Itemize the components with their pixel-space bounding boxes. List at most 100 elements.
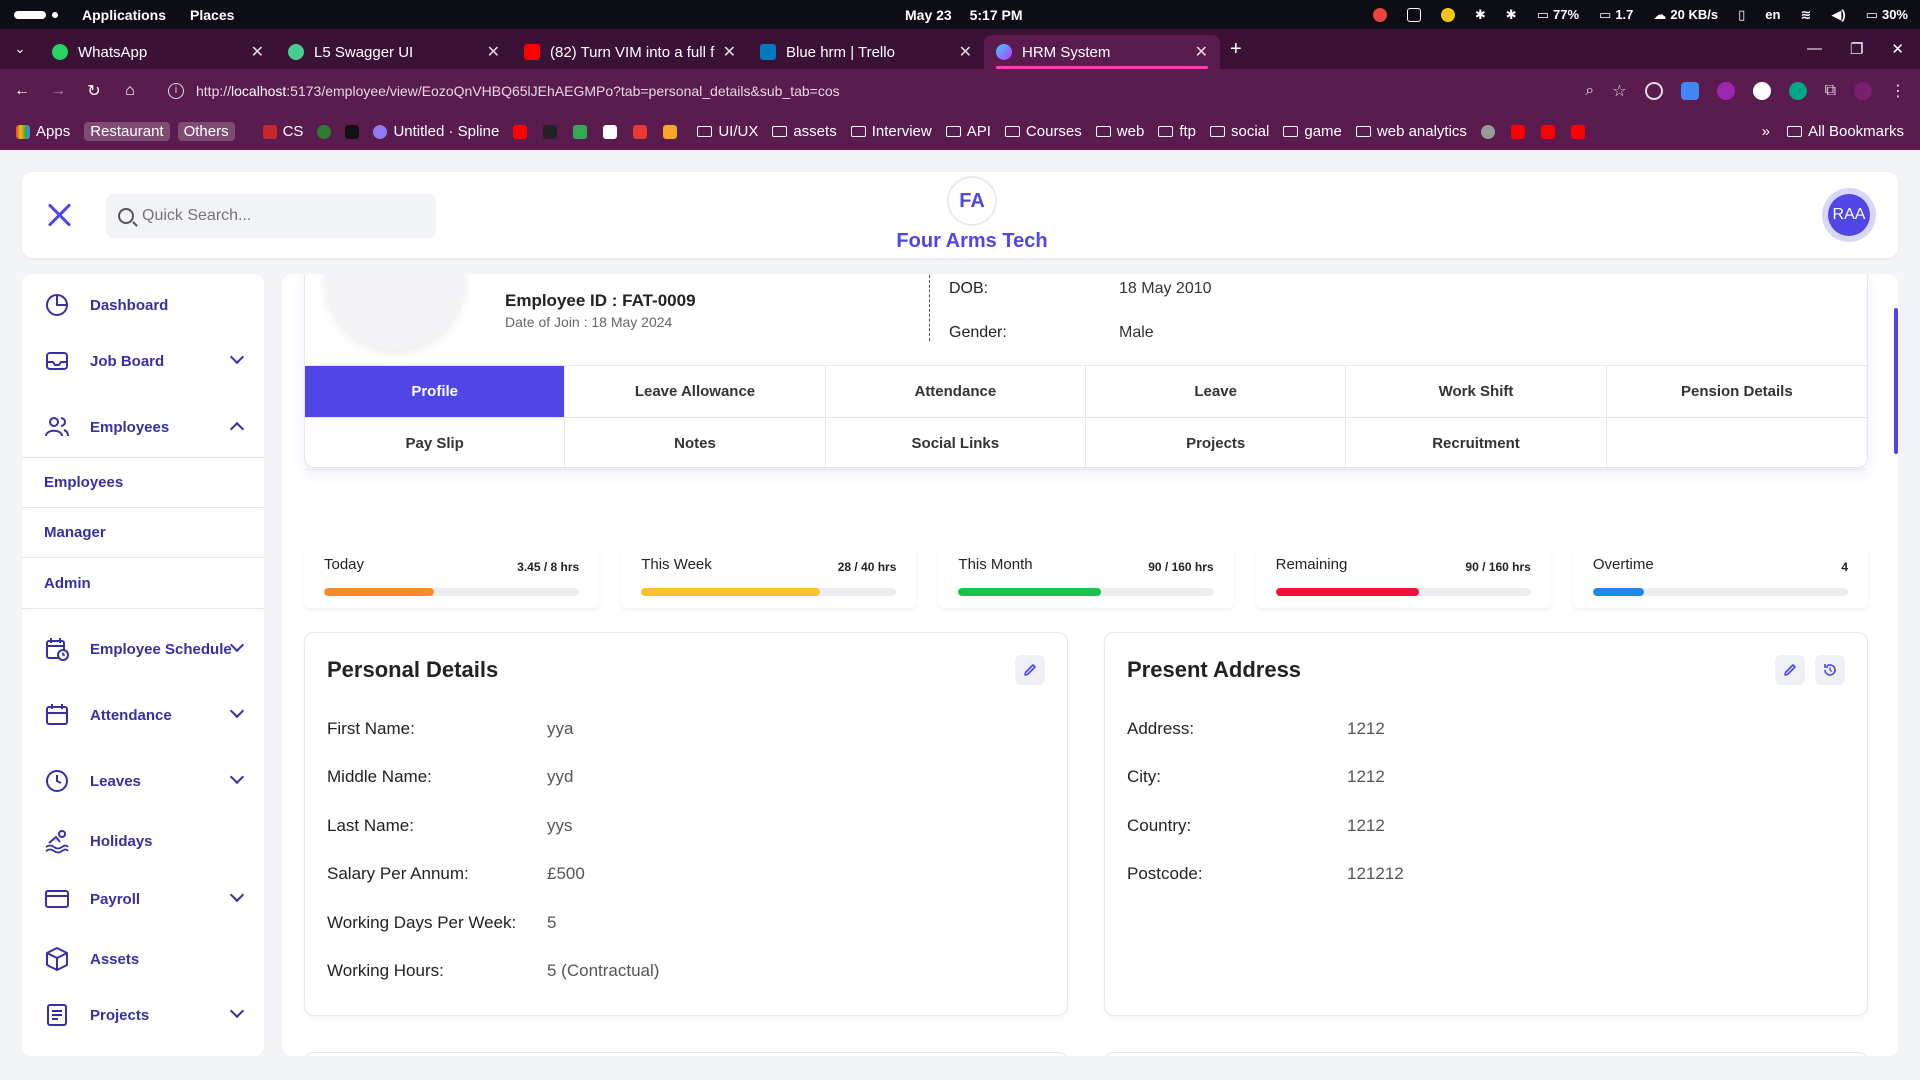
- extension-copy-icon[interactable]: [1680, 82, 1699, 100]
- extension-drop-icon[interactable]: [1716, 82, 1735, 100]
- close-window-icon[interactable]: ✕: [1891, 40, 1904, 58]
- weather-tray-icon[interactable]: [1440, 7, 1455, 22]
- brand[interactable]: FA Four Arms Tech: [882, 176, 1062, 253]
- clipboard-icon[interactable]: ▯: [1738, 7, 1745, 23]
- tab-recruitment[interactable]: Recruitment: [1346, 418, 1607, 470]
- edit-personal-details-button[interactable]: [1015, 655, 1045, 685]
- bookmark-d[interactable]: [543, 124, 563, 139]
- bookmark-folder-web[interactable]: web: [1095, 123, 1144, 140]
- user-avatar[interactable]: RAA: [1822, 188, 1876, 242]
- tab-social-links[interactable]: Social Links: [825, 418, 1086, 470]
- new-tab-button[interactable]: +: [1230, 38, 1242, 61]
- sidebar-item-employees[interactable]: Employees: [22, 404, 264, 450]
- tab-search-dropdown[interactable]: ⌄: [0, 41, 40, 57]
- bookmark-cs[interactable]: CS: [262, 123, 303, 140]
- minimize-icon[interactable]: —: [1807, 40, 1822, 58]
- more-bookmarks-icon[interactable]: »: [1762, 123, 1770, 140]
- sidebar-item-projects[interactable]: Projects: [22, 992, 264, 1038]
- bookmark-spline[interactable]: Untitled · Spline: [373, 123, 499, 140]
- forward-icon[interactable]: →: [40, 82, 76, 100]
- bookmark-folder-uiux[interactable]: UI/UX: [697, 123, 758, 140]
- bookmark-youtube-2[interactable]: [1510, 124, 1531, 139]
- tab-notes[interactable]: Notes: [565, 418, 826, 470]
- battery-indicator[interactable]: ▭ 30%: [1866, 7, 1908, 23]
- k-tray-icon[interactable]: [1406, 7, 1421, 22]
- restore-icon[interactable]: ❐: [1850, 40, 1863, 58]
- browser-tab-youtube[interactable]: (82) Turn VIM into a full f… ✕: [512, 35, 748, 69]
- bookmark-github[interactable]: [1480, 124, 1501, 139]
- bookmark-folder-social[interactable]: social: [1210, 123, 1269, 140]
- submenu-item-manager[interactable]: Manager: [22, 508, 264, 558]
- sidebar-item-dashboard[interactable]: Dashboard: [22, 282, 264, 328]
- quick-search[interactable]: [106, 194, 436, 238]
- volume-icon[interactable]: ◀): [1831, 7, 1845, 23]
- bookmark-folder-api[interactable]: API: [945, 123, 991, 140]
- site-info-icon[interactable]: i: [168, 83, 184, 99]
- bookmark-youtube-4[interactable]: [1570, 124, 1591, 139]
- submenu-item-employees[interactable]: Employees: [22, 458, 264, 508]
- bookmark-apps[interactable]: Apps: [16, 123, 70, 140]
- places-menu[interactable]: Places: [190, 7, 234, 23]
- tab-leave[interactable]: Leave: [1086, 366, 1347, 418]
- browser-tab-trello[interactable]: Blue hrm | Trello ✕: [748, 35, 984, 69]
- bookmark-drive[interactable]: [573, 124, 593, 139]
- clock[interactable]: May 23 5:17 PM: [905, 7, 1037, 23]
- home-icon[interactable]: ⌂: [112, 82, 148, 100]
- sidebar-item-leaves[interactable]: Leaves: [22, 758, 264, 804]
- browser-tab-hrm-system[interactable]: HRM System ✕: [984, 35, 1220, 69]
- zoom-icon[interactable]: ⌕: [1585, 82, 1594, 100]
- bookmark-folder-interview[interactable]: Interview: [850, 123, 932, 140]
- close-sidebar-icon[interactable]: [44, 200, 74, 230]
- close-icon[interactable]: ✕: [1195, 42, 1208, 62]
- sidebar-item-employee-schedule[interactable]: Employee Schedule: [22, 626, 264, 672]
- extension-chrome-icon[interactable]: [1752, 82, 1771, 100]
- browser-tab-swagger[interactable]: L5 Swagger UI ✕: [276, 35, 512, 69]
- bookmark-red[interactable]: [633, 124, 653, 139]
- main-scrollbar[interactable]: [1894, 308, 1898, 454]
- wifi-icon[interactable]: ≋: [1800, 7, 1811, 23]
- bookmark-folder-assets[interactable]: assets: [772, 123, 837, 140]
- browser-tab-whatsapp[interactable]: WhatsApp ✕: [40, 35, 276, 69]
- bookmark-site-b[interactable]: [345, 124, 365, 139]
- address-history-button[interactable]: [1815, 655, 1845, 685]
- bluetooth-secondary-icon[interactable]: ✱: [1506, 7, 1517, 23]
- sidebar-item-payroll[interactable]: Payroll: [22, 876, 264, 922]
- profile-icon[interactable]: [1854, 82, 1872, 100]
- tab-projects[interactable]: Projects: [1086, 418, 1347, 470]
- sidebar-item-assets[interactable]: Assets: [22, 936, 264, 982]
- tab-work-shift[interactable]: Work Shift: [1346, 366, 1607, 418]
- bluetooth-icon[interactable]: ✱: [1475, 7, 1486, 23]
- search-input[interactable]: [142, 207, 422, 225]
- bookmark-framer[interactable]: [603, 124, 623, 139]
- bookmark-others[interactable]: Others: [177, 122, 235, 141]
- bookmark-star-icon[interactable]: ☆: [1612, 81, 1626, 101]
- bookmark-youtube[interactable]: [513, 124, 533, 139]
- employee-photo[interactable]: [325, 274, 465, 349]
- extension-target-icon[interactable]: [1644, 82, 1663, 100]
- applications-menu[interactable]: Applications: [82, 7, 166, 23]
- close-icon[interactable]: ✕: [723, 42, 736, 62]
- close-icon[interactable]: ✕: [487, 42, 500, 62]
- tab-attendance[interactable]: Attendance: [825, 366, 1086, 418]
- bookmark-site-a[interactable]: [317, 124, 337, 139]
- edit-address-button[interactable]: [1775, 655, 1805, 685]
- all-bookmarks[interactable]: All Bookmarks: [1787, 123, 1904, 140]
- sidebar-item-attendance[interactable]: Attendance: [22, 692, 264, 738]
- tab-leave-allowance[interactable]: Leave Allowance: [565, 366, 826, 418]
- bookmark-orange[interactable]: [663, 124, 683, 139]
- extension-grammar-icon[interactable]: [1788, 82, 1807, 100]
- close-icon[interactable]: ✕: [959, 42, 972, 62]
- bookmark-restaurant[interactable]: Restaurant: [84, 122, 170, 141]
- activities-indicator[interactable]: [14, 10, 46, 19]
- language-indicator[interactable]: en: [1765, 7, 1780, 22]
- bookmark-youtube-3[interactable]: [1540, 124, 1561, 139]
- bookmark-folder-game[interactable]: game: [1283, 123, 1342, 140]
- tab-pension-details[interactable]: Pension Details: [1606, 366, 1867, 418]
- address-bar[interactable]: i http://localhost:5173/employee/view/Eo…: [154, 74, 1534, 108]
- bookmark-folder-web-analytics[interactable]: web analytics: [1355, 123, 1467, 140]
- reload-icon[interactable]: ↻: [76, 81, 112, 101]
- browser-menu-icon[interactable]: ⋮: [1890, 81, 1906, 101]
- extensions-puzzle-icon[interactable]: ⧉: [1825, 82, 1836, 100]
- tab-profile[interactable]: Profile: [305, 366, 566, 418]
- tab-pay-slip[interactable]: Pay Slip: [305, 418, 566, 470]
